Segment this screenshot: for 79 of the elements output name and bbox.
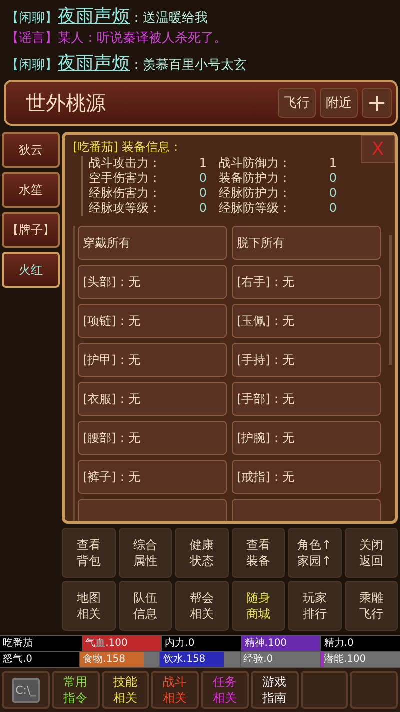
action-button[interactable]: 玩家 排行 bbox=[288, 581, 342, 631]
menu-button[interactable]: 游戏 指南 bbox=[250, 671, 298, 709]
stat-bar: 潜能.100 bbox=[320, 652, 400, 667]
equipment-slot[interactable]: [玉佩]：无 bbox=[232, 304, 381, 338]
stat-value: 0 bbox=[328, 201, 337, 216]
action-button[interactable]: 角色↑ 家园↑ bbox=[288, 528, 342, 578]
action-button[interactable]: 队伍 信息 bbox=[118, 581, 172, 631]
stat-label: 经脉攻等级： bbox=[89, 201, 162, 216]
stat-bar: 气血.100 bbox=[82, 636, 162, 651]
equipment-slot[interactable]: 脱下所有 bbox=[232, 226, 381, 260]
action-button[interactable]: 综合 属性 bbox=[118, 528, 172, 578]
stat-bar: 饮水.158 bbox=[160, 652, 240, 667]
location-button[interactable]: 附近 bbox=[320, 88, 358, 118]
channel-tag: 【闲聊】 bbox=[6, 56, 58, 74]
action-button[interactable]: 健康 状态 bbox=[175, 528, 228, 578]
chat-message: ：送温暖给我 bbox=[130, 10, 208, 27]
player-name[interactable]: 某人 bbox=[58, 29, 84, 47]
character-tab[interactable]: 火红 bbox=[2, 252, 60, 288]
chat-message: ：羡慕百里小号太玄 bbox=[130, 57, 247, 74]
equipment-slot[interactable]: [项链]：无 bbox=[78, 304, 227, 338]
chat-message: ：听说秦译被人杀死了。 bbox=[84, 30, 227, 47]
equipment-slot[interactable]: [护甲]：无 bbox=[78, 343, 227, 377]
action-button[interactable]: 查看 装备 bbox=[232, 528, 285, 578]
location-title: 世外桃源 bbox=[26, 90, 107, 116]
menu-button[interactable] bbox=[300, 671, 348, 709]
stat-value: 0 bbox=[198, 186, 207, 201]
equipment-slot[interactable]: [护腕]：无 bbox=[232, 421, 381, 455]
stat-value: 0 bbox=[198, 201, 207, 216]
character-tab[interactable]: 狄云 bbox=[2, 132, 60, 168]
stat-label: 经脉伤害力： bbox=[89, 186, 162, 201]
action-button[interactable]: 关闭 返回 bbox=[344, 528, 398, 578]
stat-value: 0 bbox=[328, 171, 337, 186]
menu-button[interactable] bbox=[350, 671, 398, 709]
stat-value: 0 bbox=[198, 171, 207, 186]
character-tab[interactable]: 水笙 bbox=[2, 172, 60, 208]
equipment-slot[interactable]: [手持]：无 bbox=[232, 343, 381, 377]
panel-heading: [吃番茄] 装备信息： bbox=[73, 139, 182, 156]
menu-button[interactable]: 战斗 相关 bbox=[151, 671, 199, 709]
stat-value: 1 bbox=[328, 156, 337, 171]
stat-label: 装备防护力： bbox=[219, 171, 292, 186]
location-button[interactable]: 飞行 bbox=[278, 88, 316, 118]
stat-bar: 食物.158 bbox=[80, 652, 160, 667]
action-button[interactable]: 随身 商城 bbox=[232, 581, 285, 631]
console-button[interactable]: C:\_ bbox=[2, 671, 50, 709]
equipment-slot[interactable]: [头部]：无 bbox=[78, 265, 227, 299]
stat-bar: 内力.0 bbox=[162, 636, 241, 651]
action-button[interactable]: 帮会 相关 bbox=[175, 581, 228, 631]
player-name-label: 吃番茄 bbox=[0, 636, 82, 651]
equipment-slot[interactable]: [手部]：无 bbox=[232, 382, 381, 416]
player-name[interactable]: 夜雨声烦 bbox=[58, 51, 130, 75]
action-button[interactable]: 乘雕 飞行 bbox=[344, 581, 398, 631]
stat-bar: 怒气.0 bbox=[0, 652, 80, 667]
equipment-slot[interactable]: [腰部]：无 bbox=[78, 421, 227, 455]
stat-value: 0 bbox=[328, 186, 337, 201]
action-button[interactable]: 地图 相关 bbox=[62, 581, 116, 631]
character-tab[interactable]: 【牌子】 bbox=[2, 212, 60, 248]
add-button[interactable]: + bbox=[362, 88, 392, 118]
menu-button[interactable]: 任务 相关 bbox=[201, 671, 249, 709]
stat-label: 经脉防护力： bbox=[219, 186, 292, 201]
menu-button[interactable]: 常用 指令 bbox=[52, 671, 100, 709]
stat-label: 战斗攻击力： bbox=[89, 156, 162, 171]
stat-bar: 精神.100 bbox=[242, 636, 320, 651]
player-name[interactable]: 夜雨声烦 bbox=[58, 4, 130, 28]
scrollbar[interactable] bbox=[389, 235, 392, 365]
stat-label: 空手伤害力： bbox=[89, 171, 162, 186]
menu-button[interactable]: 技能 相关 bbox=[102, 671, 150, 709]
stat-bar: 精力.0 bbox=[321, 636, 400, 651]
channel-tag: 【谣言】 bbox=[6, 29, 58, 47]
equipment-slot[interactable]: [裤子]：无 bbox=[78, 460, 227, 494]
equipment-slot[interactable]: [戒指]：无 bbox=[232, 460, 381, 494]
equipment-slot[interactable]: 穿戴所有 bbox=[78, 226, 227, 260]
stat-bar: 经验.0 bbox=[240, 652, 320, 667]
stat-value: 1 bbox=[198, 156, 207, 171]
stat-label: 经脉防等级： bbox=[219, 201, 292, 216]
stat-label: 战斗防御力： bbox=[219, 156, 292, 171]
equipment-slot[interactable]: [右手]：无 bbox=[232, 265, 381, 299]
action-button[interactable]: 查看 背包 bbox=[62, 528, 116, 578]
channel-tag: 【闲聊】 bbox=[6, 9, 58, 27]
equipment-slot[interactable]: [衣服]：无 bbox=[78, 382, 227, 416]
